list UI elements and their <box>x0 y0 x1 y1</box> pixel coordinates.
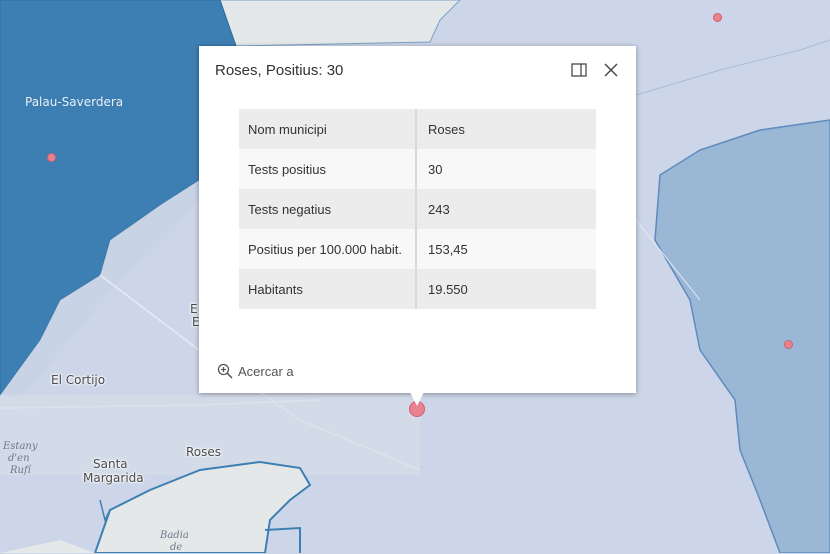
close-icon <box>604 63 618 77</box>
attribute-value: 19.550 <box>416 269 596 309</box>
place-label-margarida: Margarida <box>83 471 144 485</box>
attribute-value: Roses <box>416 109 596 149</box>
attribute-name: Positius per 100.000 habit. <box>239 229 417 269</box>
attribute-name: Tests positius <box>239 149 417 189</box>
water-label-den: d'en <box>8 453 30 464</box>
map-marker[interactable] <box>784 340 793 349</box>
zoom-to-label: Acercar a <box>238 363 294 379</box>
attribute-name: Habitants <box>239 269 417 309</box>
attribute-name: Tests negatius <box>239 189 417 229</box>
table-row: Tests positius 30 <box>239 149 596 189</box>
dock-icon <box>571 63 587 77</box>
attribute-value: 153,45 <box>416 229 596 269</box>
place-label-partial-1: E <box>190 302 198 316</box>
water-label-rufi: Rufí <box>10 465 31 476</box>
place-label-palau-saverdera: Palau-Saverdera <box>25 95 124 109</box>
place-label-roses: Roses <box>186 445 222 459</box>
table-row: Positius per 100.000 habit. 153,45 <box>239 229 596 269</box>
table-row: Tests negatius 243 <box>239 189 596 229</box>
feature-popup: Roses, Positius: 30 Nom municipi Roses T… <box>199 46 636 406</box>
zoom-in-icon <box>217 363 233 379</box>
table-row: Habitants 19.550 <box>239 269 596 309</box>
water-label-estany: Estany <box>3 441 38 452</box>
zoom-to-button[interactable]: Acercar a <box>217 363 294 379</box>
place-label-santa: Santa <box>93 457 128 471</box>
close-button[interactable] <box>601 60 621 80</box>
map-marker[interactable] <box>713 13 722 22</box>
table-row: Nom municipi Roses <box>239 109 596 149</box>
water-label-badia: Badia <box>160 530 189 541</box>
popup-title: Roses, Positius: 30 <box>215 62 344 79</box>
attribute-table: Nom municipi Roses Tests positius 30 Tes… <box>239 109 596 309</box>
popup-pointer <box>410 392 424 406</box>
attribute-value: 243 <box>416 189 596 229</box>
water-label-de: de <box>170 542 183 553</box>
map-marker[interactable] <box>47 153 56 162</box>
dock-button[interactable] <box>569 60 589 80</box>
place-label-el-cortijo: El Cortijo <box>51 373 106 387</box>
attribute-name: Nom municipi <box>239 109 417 149</box>
attribute-value: 30 <box>416 149 596 189</box>
